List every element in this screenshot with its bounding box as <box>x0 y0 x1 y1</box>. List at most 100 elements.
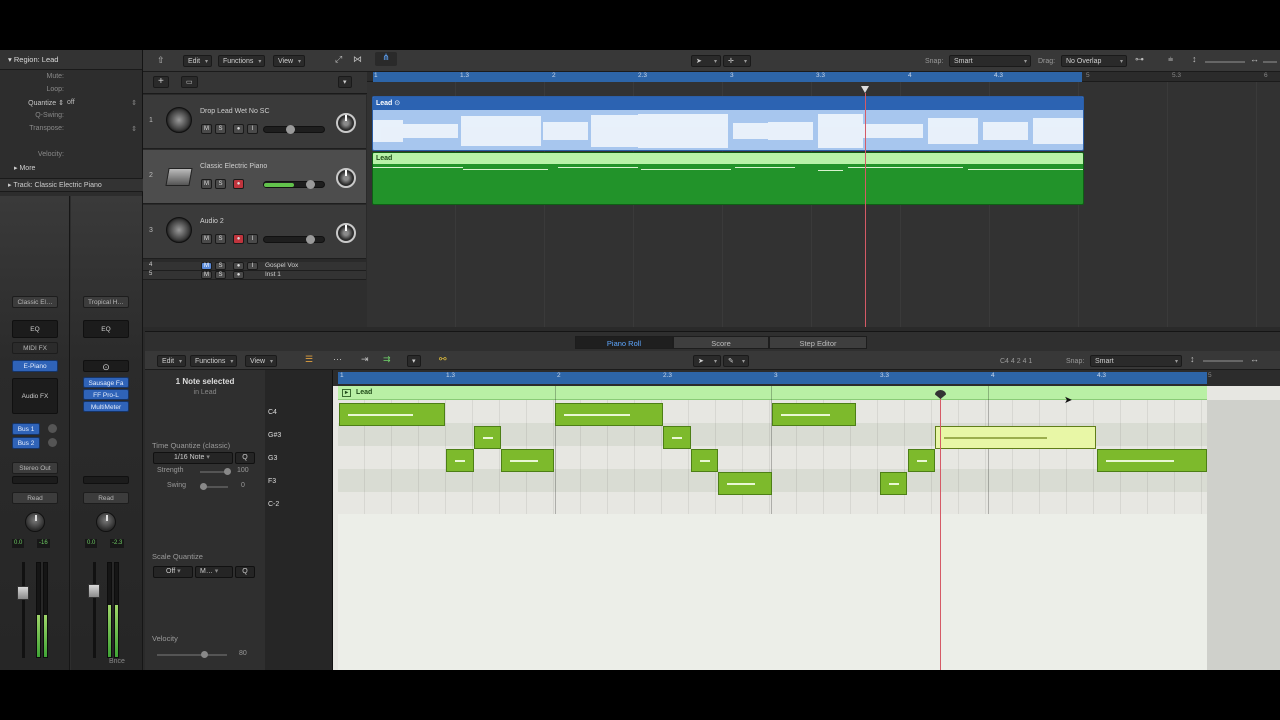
solo-button[interactable]: S <box>215 271 226 279</box>
midi-note[interactable] <box>1097 449 1207 472</box>
midi-note[interactable] <box>446 449 474 472</box>
midi-note[interactable] <box>718 472 772 495</box>
scale-quantize-button[interactable]: Q <box>235 566 255 578</box>
solo-button[interactable]: S <box>215 234 226 244</box>
scale-root-select[interactable]: Off ▾ <box>153 566 193 578</box>
group-slot[interactable] <box>12 476 58 484</box>
vertical-zoom-slider[interactable] <box>1203 360 1243 362</box>
audio-fx-slot[interactable]: Sausage Fa <box>83 377 129 388</box>
global-tracks-icon[interactable]: ▾ <box>338 76 352 88</box>
midi-note[interactable] <box>555 403 663 426</box>
functions-menu[interactable]: Functions <box>190 355 238 368</box>
region-header[interactable]: ▸ Lead <box>338 386 1207 400</box>
setting-button[interactable]: Classic El… <box>12 296 58 308</box>
functions-menu[interactable]: Functions <box>218 55 266 68</box>
volume-fader[interactable] <box>17 586 29 600</box>
catch-icon[interactable]: ⇉ <box>383 354 391 365</box>
flex-icon[interactable]: ⋔ <box>375 52 397 66</box>
midi-in-icon[interactable]: ☰ <box>305 354 313 365</box>
midi-note[interactable] <box>908 449 935 472</box>
mute-row[interactable]: Mute: <box>0 73 143 85</box>
view-menu[interactable]: View <box>273 55 306 68</box>
volume-fader[interactable] <box>88 584 100 598</box>
eq-button[interactable]: EQ <box>83 320 129 338</box>
bar-ruler[interactable]: 1 1.3 2 2.3 3 3.3 4 4.3 5 5.3 6 <box>367 72 1280 82</box>
edit-menu[interactable]: Edit <box>183 55 213 68</box>
output-slot[interactable]: Stereo Out <box>12 462 58 474</box>
send-knob[interactable] <box>48 438 57 447</box>
pan-knob[interactable] <box>336 113 356 133</box>
loop-row[interactable]: Loop: <box>0 86 143 98</box>
folder-icon[interactable]: ▭ <box>181 76 198 88</box>
link-icon[interactable]: ⊙ <box>83 360 129 372</box>
track-header-1[interactable]: 1 Drop Lead Wet No SC M S ● I <box>143 95 366 149</box>
strength-slider[interactable] <box>200 468 231 475</box>
pan-knob[interactable] <box>336 168 356 188</box>
cycle-range[interactable] <box>373 72 1082 82</box>
cycle-range[interactable] <box>338 372 1207 384</box>
stepper-icon[interactable]: ⇕ <box>131 125 137 133</box>
catch-icon[interactable]: ⤢ <box>335 54 342 65</box>
automation-mode[interactable]: Read <box>83 492 129 504</box>
more-disclosure[interactable]: ▸ More <box>14 164 35 172</box>
solo-button[interactable]: S <box>215 179 226 189</box>
track-name[interactable]: Inst 1 <box>265 271 281 278</box>
setting-button[interactable]: Tropical H… <box>83 296 129 308</box>
send-bus-2[interactable]: Bus 2 <box>12 437 40 449</box>
stepper-icon[interactable]: ⇕ <box>131 99 137 107</box>
zoom-vertical-icon[interactable]: ↕ <box>1192 54 1197 64</box>
region-inspector-header[interactable]: ▾ Region: Lead <box>0 50 142 70</box>
zoom-horizontal-icon[interactable]: ↔ <box>1250 54 1259 64</box>
group-slot[interactable] <box>83 476 129 484</box>
play-region-icon[interactable]: ▸ <box>342 389 351 397</box>
send-knob[interactable] <box>48 424 57 433</box>
zoom-vertical-icon[interactable]: ↕ <box>1190 354 1195 364</box>
up-arrow-icon[interactable]: ⇧ <box>157 55 165 66</box>
audio-region-lead[interactable]: Lead ⊙ <box>372 96 1084 151</box>
collapse-icon[interactable]: ⋯ <box>333 354 342 365</box>
drag-select[interactable]: No Overlap <box>1061 55 1127 68</box>
track-volume-slider[interactable] <box>263 180 325 189</box>
swing-slider[interactable] <box>200 483 228 490</box>
input-monitor-button[interactable]: I <box>247 124 258 134</box>
pan-knob[interactable] <box>25 512 45 532</box>
filter-icon[interactable]: ▾ <box>407 355 421 367</box>
quantize-value[interactable]: off <box>67 99 75 106</box>
record-enable-button[interactable]: ● <box>233 234 244 244</box>
bounce-icon[interactable]: ⋈ <box>353 54 362 65</box>
snap-select[interactable]: Smart <box>1090 355 1182 368</box>
automation-mode[interactable]: Read <box>12 492 58 504</box>
view-menu[interactable]: View <box>245 355 278 368</box>
mute-button[interactable]: M <box>201 179 212 189</box>
horizontal-zoom-slider[interactable] <box>1263 61 1277 63</box>
edit-menu[interactable]: Edit <box>157 355 187 368</box>
input-monitor-button[interactable]: I <box>247 234 258 244</box>
track-volume-slider[interactable] <box>263 235 325 244</box>
zoom-horizontal-icon[interactable]: ↔ <box>1250 354 1259 364</box>
pan-knob[interactable] <box>96 512 116 532</box>
midi-fx-slot[interactable]: MIDI FX <box>12 342 58 354</box>
marquee-tool[interactable]: ✛ <box>723 55 751 68</box>
send-bus-1[interactable]: Bus 1 <box>12 423 40 435</box>
add-track-button[interactable]: + <box>153 76 169 88</box>
midi-note[interactable] <box>474 426 501 449</box>
track-name[interactable]: Drop Lead Wet No SC <box>200 108 270 115</box>
link-icon[interactable]: ⚯ <box>439 354 447 365</box>
qswing-row[interactable]: Q-Swing: <box>0 112 143 124</box>
pencil-tool[interactable]: ✎ <box>723 355 749 368</box>
quantize-button[interactable]: Q <box>235 452 255 464</box>
piano-roll-ruler[interactable]: 1 1.3 2 2.3 3 3.3 4 4.3 5 <box>333 370 1280 386</box>
audio-fx-slot[interactable]: Audio FX <box>12 378 58 414</box>
midi-out-icon[interactable]: ⇥ <box>361 354 369 365</box>
pan-knob[interactable] <box>336 223 356 243</box>
track-header-4[interactable]: 4 M S ● I Gospel Vox <box>143 262 366 271</box>
record-enable-button[interactable]: ● <box>233 179 244 189</box>
snap-select[interactable]: Smart <box>949 55 1031 68</box>
record-enable-button[interactable]: ● <box>233 271 244 279</box>
midi-note[interactable] <box>772 403 856 426</box>
mute-button[interactable]: M <box>201 262 212 270</box>
instrument-slot[interactable]: E-Piano <box>12 360 58 372</box>
record-enable-button[interactable]: ● <box>233 262 244 270</box>
track-header-5[interactable]: 5 M S ● Inst 1 <box>143 271 366 280</box>
midi-note[interactable] <box>880 472 907 495</box>
